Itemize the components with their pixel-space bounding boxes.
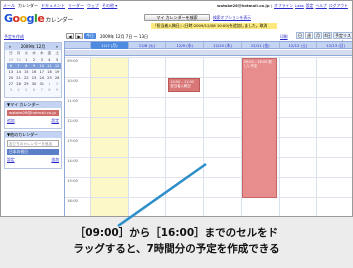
caption-line-1: ［09:00］から［16:00］までのセルをド [74,227,279,239]
caption-line-2: ラッグすると、7時間分の予定を作成できる [73,243,280,255]
caption: ［09:00］から［16:00］までのセルをド ラッグすると、7時間分の予定を作… [0,225,353,257]
